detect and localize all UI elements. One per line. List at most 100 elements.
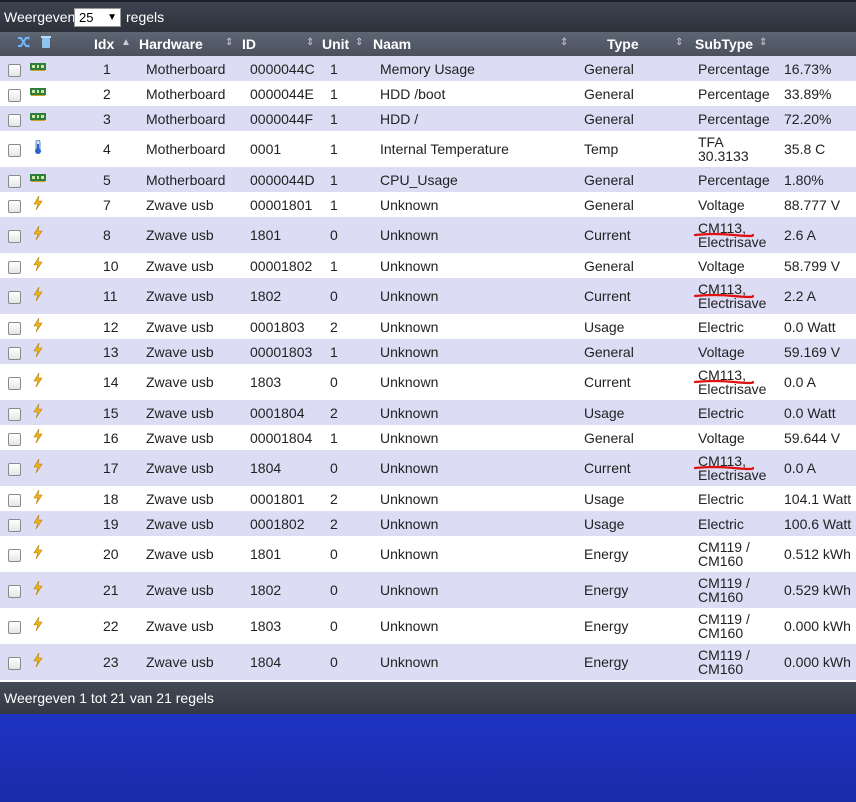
row-unit: 0 xyxy=(330,460,338,476)
motherboard-icon xyxy=(30,113,46,121)
table-row[interactable]: 14 Zwave usb 1803 0 Unknown Current 0.0 A CM113… xyxy=(0,364,856,400)
table-row[interactable]: 11 Zwave usb 1802 0 Unknown Current 2.2 A CM113… xyxy=(0,278,856,314)
table-row[interactable]: 17 Zwave usb 1804 0 Unknown Current 0.0 A CM113… xyxy=(0,450,856,486)
trash-icon[interactable] xyxy=(39,35,53,49)
page-length-select[interactable]: 25 ▼ xyxy=(74,8,121,27)
table-row[interactable]: 1 Motherboard 0000044C 1 Memory Usage General… xyxy=(0,56,856,81)
row-subtype: Voltage xyxy=(698,345,745,359)
row-idx: 4 xyxy=(103,141,111,157)
table-row[interactable]: 10 Zwave usb 00001802 1 Unknown General 58.799… xyxy=(0,253,856,278)
table-row[interactable]: 3 Motherboard 0000044F 1 HDD / General 72.20% P… xyxy=(0,106,856,131)
row-id: 00001801 xyxy=(250,197,313,213)
column-header-unit[interactable]: Unit xyxy=(322,36,349,52)
row-checkbox[interactable] xyxy=(8,175,21,188)
column-header-id[interactable]: ID xyxy=(242,36,256,52)
table-row[interactable]: 8 Zwave usb 1801 0 Unknown Current 2.6 A CM113,… xyxy=(0,217,856,253)
row-checkbox[interactable] xyxy=(8,261,21,274)
row-value: 35.8 C xyxy=(784,141,826,157)
row-name: Unknown xyxy=(380,288,439,304)
row-id: 0000044E xyxy=(250,86,314,102)
row-checkbox[interactable] xyxy=(8,585,21,598)
row-id: 1803 xyxy=(250,374,282,390)
table-row[interactable]: 4 Motherboard 0001 1 Internal Temperature Tem… xyxy=(0,131,856,167)
row-name: Unknown xyxy=(380,258,439,274)
row-hardware: Zwave usb xyxy=(146,546,214,562)
row-checkbox[interactable] xyxy=(8,64,21,77)
row-value: 100.6 Watt xyxy=(784,516,852,532)
row-checkbox[interactable] xyxy=(8,408,21,421)
row-unit: 0 xyxy=(330,374,338,390)
row-checkbox[interactable] xyxy=(8,291,21,304)
row-idx: 16 xyxy=(103,430,119,446)
table-row[interactable]: 22 Zwave usb 1803 0 Unknown Energy 0.000 kWh CM… xyxy=(0,608,856,644)
row-type: Current xyxy=(584,288,631,304)
row-idx: 1 xyxy=(103,61,111,77)
table-row[interactable]: 19 Zwave usb 0001802 2 Unknown Usage 100.6 Wat… xyxy=(0,511,856,536)
row-subtype-line: Percentage xyxy=(698,172,770,188)
row-checkbox[interactable] xyxy=(8,494,21,507)
table-row[interactable]: 21 Zwave usb 1802 0 Unknown Energy 0.529 kWh CM… xyxy=(0,572,856,608)
row-checkbox[interactable] xyxy=(8,621,21,634)
row-subtype-line: Voltage xyxy=(698,258,745,274)
row-subtype-line: Electric xyxy=(698,491,744,507)
row-id: 0000044F xyxy=(250,111,314,127)
table-row[interactable]: 7 Zwave usb 00001801 1 Unknown General 88.777 … xyxy=(0,192,856,217)
row-checkbox[interactable] xyxy=(8,322,21,335)
row-value: 0.0 Watt xyxy=(784,319,836,335)
row-hardware: Motherboard xyxy=(146,141,226,157)
row-subtype-line: CM119 / xyxy=(698,647,750,663)
sort-icon: ⇕ xyxy=(675,37,684,48)
lightning-icon xyxy=(33,343,43,357)
red-underline-annotation xyxy=(694,293,754,299)
row-name: HDD /boot xyxy=(380,86,446,102)
row-subtype-line: CM119 / xyxy=(698,611,750,627)
row-id: 00001804 xyxy=(250,430,313,446)
table-row[interactable]: 16 Zwave usb 00001804 1 Unknown General 59.644… xyxy=(0,425,856,450)
row-name: Unknown xyxy=(380,405,439,421)
row-checkbox[interactable] xyxy=(8,200,21,213)
row-value: 0.0 A xyxy=(784,460,816,476)
row-hardware: Zwave usb xyxy=(146,344,214,360)
table-row[interactable]: 12 Zwave usb 0001803 2 Unknown Usage 0.0 Watt E… xyxy=(0,314,856,339)
row-checkbox[interactable] xyxy=(8,433,21,446)
table-row[interactable]: 5 Motherboard 0000044D 1 CPU_Usage General 1.8… xyxy=(0,167,856,192)
row-checkbox[interactable] xyxy=(8,463,21,476)
row-idx: 7 xyxy=(103,197,111,213)
motherboard-icon xyxy=(30,63,46,71)
row-name: Unknown xyxy=(380,344,439,360)
row-checkbox[interactable] xyxy=(8,230,21,243)
row-checkbox[interactable] xyxy=(8,657,21,670)
row-unit: 2 xyxy=(330,491,338,507)
lightning-icon xyxy=(33,373,43,387)
column-header-subtype[interactable]: SubType xyxy=(695,36,753,52)
column-header-idx[interactable]: Idx xyxy=(94,36,114,52)
table-row[interactable]: 2 Motherboard 0000044E 1 HDD /boot General 33.… xyxy=(0,81,856,106)
row-name: Unknown xyxy=(380,374,439,390)
row-idx: 5 xyxy=(103,172,111,188)
row-checkbox[interactable] xyxy=(8,89,21,102)
table-row[interactable]: 20 Zwave usb 1801 0 Unknown Energy 0.512 kWh CM… xyxy=(0,536,856,572)
row-checkbox[interactable] xyxy=(8,377,21,390)
red-underline-annotation xyxy=(694,465,754,471)
row-unit: 0 xyxy=(330,227,338,243)
row-id: 1802 xyxy=(250,582,282,598)
table-row[interactable]: 18 Zwave usb 0001801 2 Unknown Usage 104.1 Wat… xyxy=(0,486,856,511)
sort-icon: ⇕ xyxy=(306,37,315,48)
table-row[interactable]: 15 Zwave usb 0001804 2 Unknown Usage 0.0 Watt E… xyxy=(0,400,856,425)
row-name: Internal Temperature xyxy=(380,141,509,157)
column-header-hardware[interactable]: Hardware xyxy=(139,36,203,52)
row-checkbox[interactable] xyxy=(8,347,21,360)
row-unit: 1 xyxy=(330,111,338,127)
column-header-type[interactable]: Type xyxy=(607,36,639,52)
row-checkbox[interactable] xyxy=(8,519,21,532)
shuffle-icon[interactable] xyxy=(17,35,31,49)
row-checkbox[interactable] xyxy=(8,144,21,157)
row-subtype-line: Voltage xyxy=(698,430,745,446)
row-type: General xyxy=(584,258,634,274)
column-header-name[interactable]: Naam xyxy=(373,36,411,52)
table-row[interactable]: 23 Zwave usb 1804 0 Unknown Energy 0.000 kWh CM… xyxy=(0,644,856,680)
row-checkbox[interactable] xyxy=(8,549,21,562)
row-name: Unknown xyxy=(380,227,439,243)
table-row[interactable]: 13 Zwave usb 00001803 1 Unknown General 59.169… xyxy=(0,339,856,364)
row-checkbox[interactable] xyxy=(8,114,21,127)
